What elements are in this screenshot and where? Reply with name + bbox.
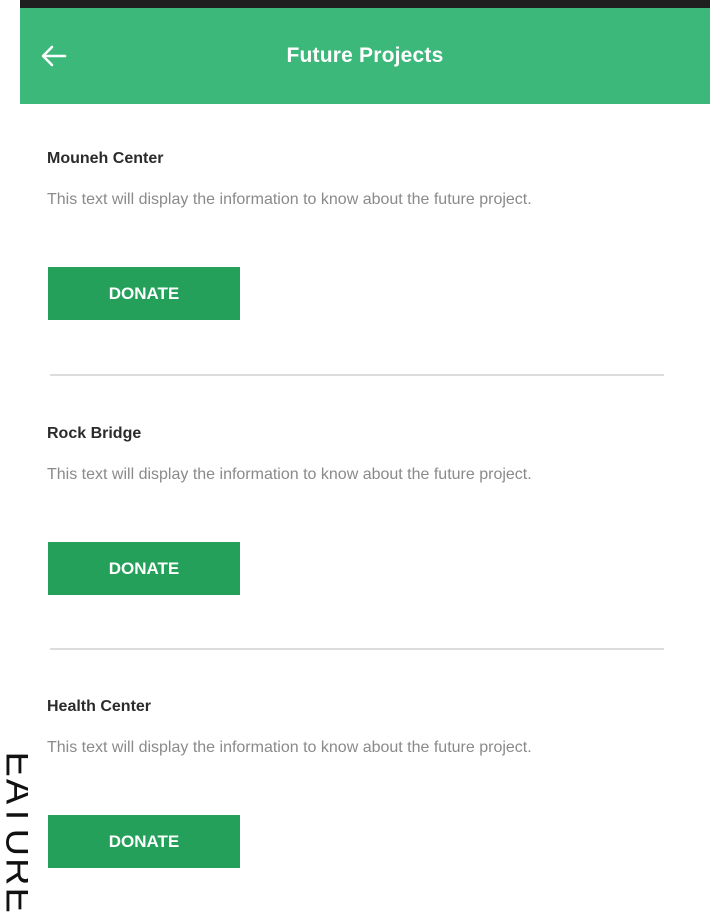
- project-name: Rock Bridge: [47, 425, 142, 442]
- project-name: Health Center: [47, 698, 152, 715]
- side-label-text: EATURE: [0, 751, 28, 915]
- project-description: This text will display the information t…: [47, 739, 532, 756]
- divider: [50, 374, 664, 376]
- project-description: This text will display the information t…: [47, 466, 532, 483]
- project-card: Rock Bridge This text will display the i…: [47, 425, 667, 605]
- app-header: Future Projects: [20, 8, 710, 104]
- donate-button[interactable]: DONATE: [48, 542, 240, 595]
- project-description: This text will display the information t…: [47, 191, 532, 208]
- divider: [50, 648, 664, 650]
- project-card: Mouneh Center This text will display the…: [47, 150, 667, 330]
- status-bar: [20, 0, 710, 8]
- side-label: EATURE: [0, 738, 28, 921]
- donate-button[interactable]: DONATE: [48, 815, 240, 868]
- project-name: Mouneh Center: [47, 150, 164, 167]
- page-title: Future Projects: [286, 44, 444, 67]
- project-card: Health Center This text will display the…: [47, 698, 667, 878]
- donate-button[interactable]: DONATE: [48, 267, 240, 320]
